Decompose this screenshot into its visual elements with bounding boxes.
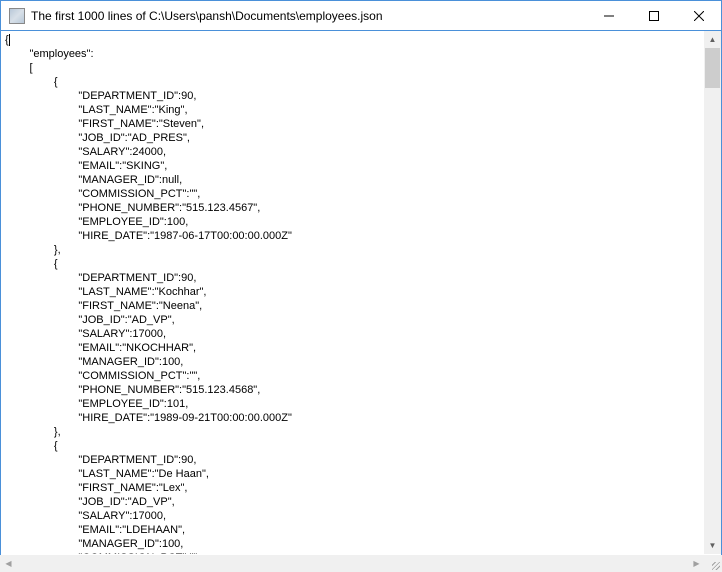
window-title: The first 1000 lines of C:\Users\pansh\D… — [31, 9, 586, 23]
horizontal-scrollbar[interactable]: ◀ ▶ — [0, 555, 705, 572]
app-icon — [9, 8, 25, 24]
titlebar[interactable]: The first 1000 lines of C:\Users\pansh\D… — [1, 1, 721, 31]
scroll-right-arrow[interactable]: ▶ — [688, 555, 705, 572]
window-controls — [586, 1, 721, 30]
content-area: { "employees": [ { "DEPARTMENT_ID":90, "… — [1, 31, 721, 554]
vertical-scroll-thumb[interactable] — [705, 48, 720, 88]
vertical-scrollbar[interactable]: ▲ ▼ — [704, 31, 721, 554]
scroll-down-arrow[interactable]: ▼ — [704, 537, 721, 554]
minimize-button[interactable] — [586, 1, 631, 30]
scroll-up-arrow[interactable]: ▲ — [704, 31, 721, 48]
text-cursor — [9, 34, 10, 46]
maximize-button[interactable] — [631, 1, 676, 30]
close-button[interactable] — [676, 1, 721, 30]
json-text[interactable]: { "employees": [ { "DEPARTMENT_ID":90, "… — [1, 31, 704, 554]
scroll-left-arrow[interactable]: ◀ — [0, 555, 17, 572]
resize-grip[interactable] — [705, 555, 722, 572]
